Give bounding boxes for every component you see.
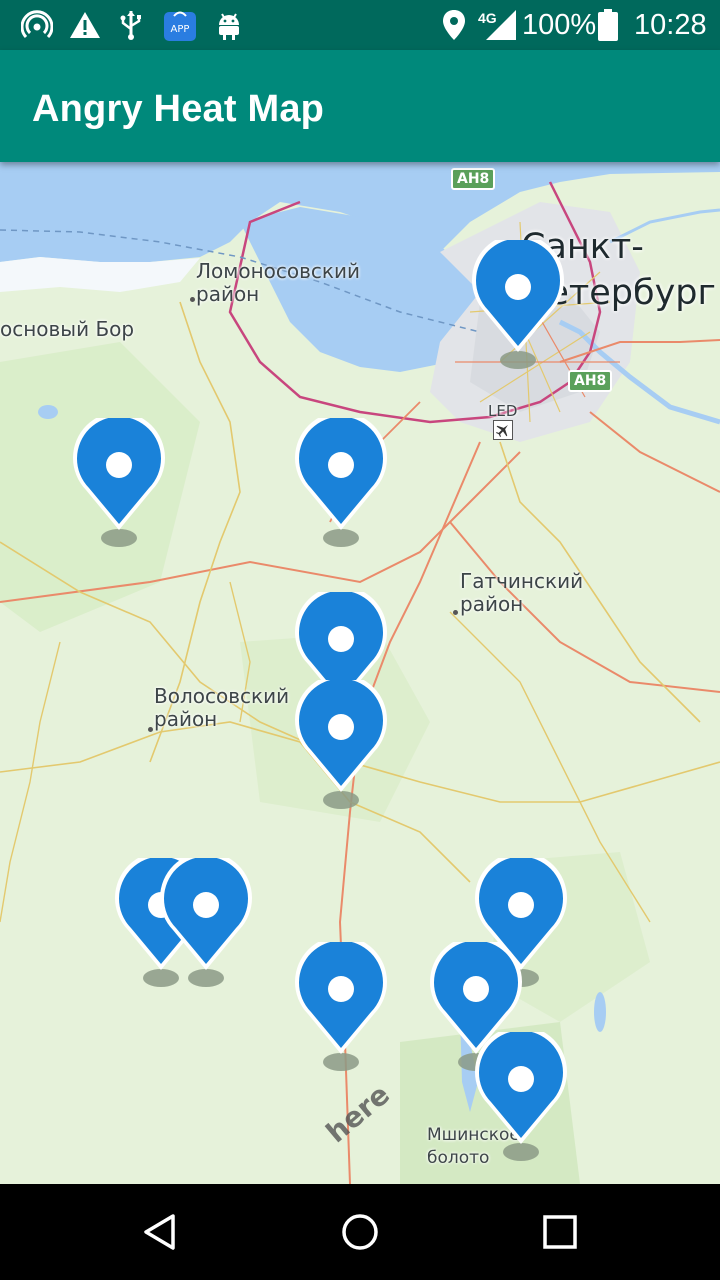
map-marker[interactable] bbox=[468, 233, 568, 370]
app-store-label: APP bbox=[171, 24, 190, 35]
map-marker[interactable] bbox=[471, 1025, 571, 1162]
navigation-bar bbox=[0, 1184, 720, 1280]
map-marker[interactable] bbox=[291, 673, 391, 810]
network-type-label: 4G bbox=[478, 10, 497, 26]
recents-icon[interactable] bbox=[528, 1200, 592, 1264]
location-icon bbox=[440, 8, 468, 42]
hotspot-icon bbox=[20, 8, 54, 42]
map-marker[interactable] bbox=[69, 411, 169, 548]
map-label-volosovo: Волосовский район bbox=[154, 684, 290, 731]
airport-icon bbox=[493, 420, 513, 440]
app-store-icon: APP bbox=[162, 8, 198, 42]
warning-icon bbox=[68, 8, 102, 42]
home-icon[interactable] bbox=[328, 1200, 392, 1264]
map-marker[interactable] bbox=[291, 935, 391, 1072]
battery-icon bbox=[596, 8, 620, 42]
road-badge: AH8 bbox=[451, 168, 496, 190]
map-marker[interactable] bbox=[156, 851, 256, 988]
map-label-sosnovy-bor: Сосновый Бор bbox=[0, 317, 135, 341]
district-dot bbox=[148, 727, 153, 732]
back-icon[interactable] bbox=[128, 1200, 192, 1264]
status-bar: APP 4G 100% 10:28 bbox=[0, 0, 720, 50]
map-label-gatchina: Гатчинский район bbox=[460, 569, 584, 616]
clock: 10:28 bbox=[634, 9, 707, 41]
usb-icon bbox=[116, 8, 146, 42]
district-dot bbox=[453, 610, 458, 615]
road-badge: AH8 bbox=[568, 370, 613, 392]
app-bar: Angry Heat Map bbox=[0, 50, 720, 162]
map-marker[interactable] bbox=[291, 411, 391, 548]
android-debug-icon bbox=[212, 8, 246, 42]
map-label-lomonosov: Ломоносовский район bbox=[196, 259, 361, 306]
district-dot bbox=[190, 297, 195, 302]
app-title: Angry Heat Map bbox=[32, 88, 325, 130]
battery-percentage: 100% bbox=[522, 9, 597, 41]
map-view[interactable]: Санкт- Петербург Ломоносовский район Сос… bbox=[0, 162, 720, 1184]
